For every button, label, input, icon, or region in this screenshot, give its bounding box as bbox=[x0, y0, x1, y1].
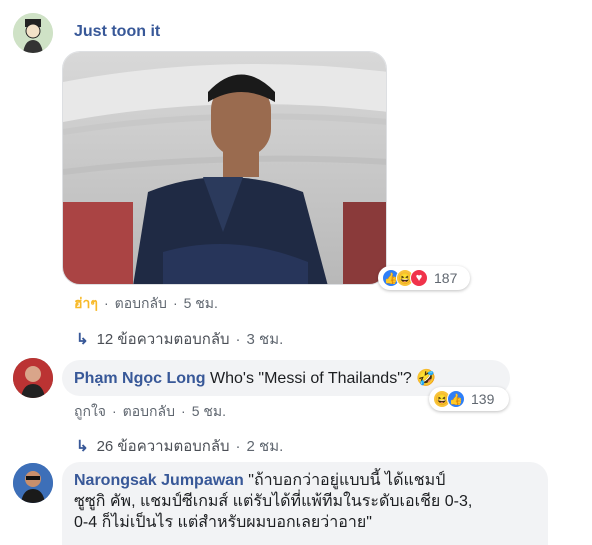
comment-text-line-2: ซูซูกิ คัพ, แชมป์ซีเกมส์ แต่รับได้ที่แพ้… bbox=[74, 493, 473, 510]
view-replies-link[interactable]: ↳ 12 ข้อความตอบกลับ · 3 ชม. bbox=[76, 327, 283, 351]
comment-author[interactable]: Narongsak Jumpawan bbox=[74, 472, 244, 489]
timestamp[interactable]: 5 ชม. bbox=[184, 295, 218, 311]
user-avatar-icon bbox=[13, 358, 53, 398]
reply-arrow-icon: ↳ bbox=[76, 331, 89, 348]
like-button[interactable]: ถูกใจ bbox=[74, 403, 106, 419]
avatar-just-toon-it[interactable] bbox=[13, 13, 53, 53]
replies-time: 2 ชม. bbox=[246, 438, 284, 455]
replies-count: 12 ข้อความตอบกลับ bbox=[96, 331, 230, 348]
love-reaction-icon: ♥ bbox=[410, 269, 428, 287]
avatar-pham-ngoc-long[interactable] bbox=[13, 358, 53, 398]
rofl-emoji-icon: 🤣 bbox=[416, 370, 437, 387]
replies-count: 26 ข้อความตอบกลับ bbox=[96, 438, 230, 455]
comment-author[interactable]: Just toon it bbox=[74, 23, 160, 41]
comment-text-line-3: 0-4 ก็ไม่เป็นไร แต่สำหรับผมบอกเลยว่าอาย" bbox=[74, 514, 372, 531]
reply-button[interactable]: ตอบกลับ bbox=[115, 295, 167, 311]
comment-photo[interactable] bbox=[62, 51, 387, 285]
avatar-narongsak-jumpawan[interactable] bbox=[13, 463, 53, 503]
reaction-label[interactable]: ฮ่าๆ bbox=[74, 295, 98, 311]
reaction-count: 139 bbox=[471, 391, 495, 407]
cartoon-avatar-icon bbox=[13, 13, 53, 53]
timestamp[interactable]: 5 ชม. bbox=[192, 403, 226, 419]
comment-meta: ถูกใจ · ตอบกลับ · 5 ชม. bbox=[74, 403, 226, 419]
replies-time: 3 ชม. bbox=[246, 331, 284, 348]
coach-photo-image bbox=[63, 52, 386, 284]
reply-arrow-icon: ↳ bbox=[76, 438, 89, 455]
comment-text-line-1: "ถ้าบอกว่าอยู่แบบนี้ ได้แชมป์ bbox=[248, 472, 446, 489]
reaction-summary[interactable]: 😆 👍 139 bbox=[429, 387, 509, 411]
reply-button[interactable]: ตอบกลับ bbox=[123, 403, 175, 419]
comment-bubble: Narongsak Jumpawan "ถ้าบอกว่าอยู่แบบนี้ … bbox=[62, 462, 548, 545]
comment-meta: ฮ่าๆ · ตอบกลับ · 5 ชม. bbox=[74, 295, 218, 311]
user-avatar-icon bbox=[13, 463, 53, 503]
reaction-count: 187 bbox=[434, 270, 458, 286]
reaction-summary[interactable]: 👍 😆 ♥ 187 bbox=[378, 266, 470, 290]
view-replies-link[interactable]: ↳ 26 ข้อความตอบกลับ · 2 ชม. bbox=[76, 434, 283, 458]
comment-text: Who's "Messi of Thailands"? bbox=[210, 370, 412, 387]
like-reaction-icon: 👍 bbox=[447, 390, 465, 408]
comment-author[interactable]: Phạm Ngọc Long bbox=[74, 370, 206, 387]
